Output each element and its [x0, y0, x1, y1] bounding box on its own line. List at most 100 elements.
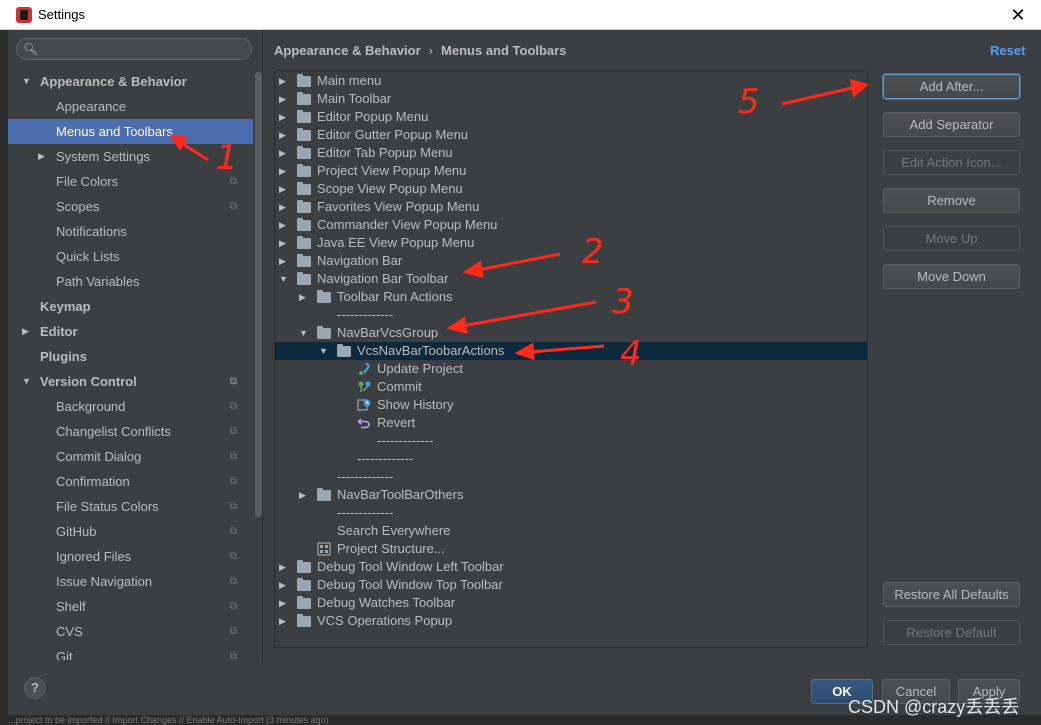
- tree-row-debug-watches-toolbar[interactable]: ▶ Debug Watches Toolbar: [275, 594, 867, 612]
- sidebar-item-plugins[interactable]: Plugins: [8, 344, 253, 369]
- chevron-right-icon[interactable]: ▶: [279, 180, 289, 198]
- tree-row-main-toolbar[interactable]: ▶ Main Toolbar: [275, 90, 867, 108]
- sidebar-item-appearance[interactable]: Appearance: [8, 94, 253, 119]
- search-input[interactable]: [41, 40, 241, 58]
- chevron-right-icon[interactable]: ▶: [279, 612, 289, 630]
- move-down-button[interactable]: Move Down: [883, 264, 1020, 289]
- help-button[interactable]: ?: [24, 677, 46, 699]
- chevron-right-icon[interactable]: ▶: [279, 108, 289, 126]
- sidebar-item-shelf[interactable]: Shelf ⧉: [8, 594, 253, 619]
- tree-row-navbar-toolbar-others[interactable]: ▶ NavBarToolBarOthers: [275, 486, 867, 504]
- sidebar-item-confirmation[interactable]: Confirmation ⧉: [8, 469, 253, 494]
- close-icon[interactable]: ✕: [1005, 3, 1031, 27]
- sidebar-item-keymap[interactable]: Keymap: [8, 294, 253, 319]
- chevron-right-icon[interactable]: ▶: [279, 72, 289, 90]
- chevron-right-icon[interactable]: ▶: [38, 144, 50, 169]
- tree-row-project-view-popup-menu[interactable]: ▶ Project View Popup Menu: [275, 162, 867, 180]
- move-up-button[interactable]: Move Up: [883, 226, 1020, 251]
- chevron-right-icon[interactable]: ▶: [279, 90, 289, 108]
- remove-button[interactable]: Remove: [883, 188, 1020, 213]
- tree-row-debug-tool-window-left-toolbar[interactable]: ▶ Debug Tool Window Left Toolbar: [275, 558, 867, 576]
- tree-row-update-project[interactable]: Update Project: [275, 360, 867, 378]
- sidebar-scrollbar[interactable]: [255, 72, 262, 517]
- sidebar-item-ignored-files[interactable]: Ignored Files ⧉: [8, 544, 253, 569]
- restore-all-defaults-button[interactable]: Restore All Defaults: [883, 582, 1020, 607]
- tree-row-commit[interactable]: Commit: [275, 378, 867, 396]
- sidebar-item-path-variables[interactable]: Path Variables: [8, 269, 253, 294]
- project-settings-icon: ⧉: [229, 376, 237, 387]
- tree-row-vcs-operations-popup[interactable]: ▶ VCS Operations Popup: [275, 612, 867, 630]
- search-box[interactable]: 🔍︎: [16, 38, 252, 60]
- chevron-right-icon[interactable]: ▶: [279, 162, 289, 180]
- sidebar-item-notifications[interactable]: Notifications: [8, 219, 253, 244]
- add-after-button[interactable]: Add After...: [883, 74, 1020, 99]
- tree-row-separator[interactable]: -------------: [275, 468, 867, 486]
- tree-row-commander-view-popup-menu[interactable]: ▶ Commander View Popup Menu: [275, 216, 867, 234]
- chevron-down-icon[interactable]: ▼: [299, 324, 309, 342]
- chevron-right-icon[interactable]: ▶: [279, 252, 289, 270]
- sidebar-item-cvs[interactable]: CVS ⧉: [8, 619, 253, 644]
- separator-line: -------------: [337, 505, 394, 520]
- sidebar-item-git[interactable]: Git ⧉: [8, 644, 253, 660]
- tree-row-navigation-bar[interactable]: ▶ Navigation Bar: [275, 252, 867, 270]
- tree-row-scope-view-popup-menu[interactable]: ▶ Scope View Popup Menu: [275, 180, 867, 198]
- tree-row-editor-popup-menu[interactable]: ▶ Editor Popup Menu: [275, 108, 867, 126]
- breadcrumb-parent[interactable]: Appearance & Behavior: [274, 43, 421, 58]
- sidebar-item-version-control[interactable]: ▼ Version Control ⧉: [8, 369, 253, 394]
- tree-row-separator[interactable]: -------------: [275, 432, 867, 450]
- tree-row-vcs-navbar-toolbar-actions[interactable]: ▼ VcsNavBarToobarActions: [275, 342, 867, 360]
- chevron-right-icon[interactable]: ▶: [279, 198, 289, 216]
- folder-icon: [297, 596, 311, 609]
- sidebar-item-quick-lists[interactable]: Quick Lists: [8, 244, 253, 269]
- tree-row-project-structure[interactable]: Project Structure...: [275, 540, 867, 558]
- tree-row-main-menu[interactable]: ▶ Main menu: [275, 72, 867, 90]
- chevron-down-icon[interactable]: ▼: [22, 369, 34, 394]
- tree-row-search-everywhere[interactable]: Search Everywhere: [275, 522, 867, 540]
- chevron-down-icon[interactable]: ▼: [279, 270, 289, 288]
- sidebar-item-github[interactable]: GitHub ⧉: [8, 519, 253, 544]
- tree-row-navigation-bar-toolbar[interactable]: ▼ Navigation Bar Toolbar: [275, 270, 867, 288]
- chevron-right-icon[interactable]: ▶: [279, 234, 289, 252]
- chevron-right-icon[interactable]: ▶: [279, 594, 289, 612]
- sidebar-item-label: CVS: [56, 624, 83, 639]
- tree-row-toolbar-run-actions[interactable]: ▶ Toolbar Run Actions: [275, 288, 867, 306]
- tree-row-debug-tool-window-top-toolbar[interactable]: ▶ Debug Tool Window Top Toolbar: [275, 576, 867, 594]
- tree-row-separator[interactable]: -------------: [275, 306, 867, 324]
- sidebar-item-issue-navigation[interactable]: Issue Navigation ⧉: [8, 569, 253, 594]
- chevron-right-icon[interactable]: ▶: [279, 576, 289, 594]
- tree-row-navbar-vcs-group[interactable]: ▼ NavBarVcsGroup: [275, 324, 867, 342]
- add-separator-button[interactable]: Add Separator: [883, 112, 1020, 137]
- sidebar-item-scopes[interactable]: Scopes ⧉: [8, 194, 253, 219]
- chevron-right-icon[interactable]: ▶: [279, 216, 289, 234]
- sidebar-item-background[interactable]: Background ⧉: [8, 394, 253, 419]
- tree-row-revert[interactable]: Revert: [275, 414, 867, 432]
- tree-row-label: Commit: [377, 379, 422, 394]
- tree-row-label: Project View Popup Menu: [317, 163, 467, 178]
- chevron-right-icon[interactable]: ▶: [279, 144, 289, 162]
- tree-row-favorites-view-popup-menu[interactable]: ▶ Favorites View Popup Menu: [275, 198, 867, 216]
- sidebar-item-appearance-behavior[interactable]: ▼ Appearance & Behavior: [8, 69, 253, 94]
- sidebar-item-changelist-conflicts[interactable]: Changelist Conflicts ⧉: [8, 419, 253, 444]
- tree-row-label: Scope View Popup Menu: [317, 181, 463, 196]
- chevron-right-icon[interactable]: ▶: [299, 288, 309, 306]
- tree-row-label: Show History: [377, 397, 454, 412]
- edit-action-icon-button[interactable]: Edit Action Icon...: [883, 150, 1020, 175]
- chevron-right-icon[interactable]: ▶: [279, 126, 289, 144]
- sidebar-item-commit-dialog[interactable]: Commit Dialog ⧉: [8, 444, 253, 469]
- chevron-down-icon[interactable]: ▼: [319, 342, 329, 360]
- tree-row-editor-gutter-popup-menu[interactable]: ▶ Editor Gutter Popup Menu: [275, 126, 867, 144]
- chevron-right-icon[interactable]: ▶: [279, 558, 289, 576]
- chevron-down-icon[interactable]: ▼: [22, 69, 34, 94]
- sidebar-item-file-status-colors[interactable]: File Status Colors ⧉: [8, 494, 253, 519]
- sidebar-item-editor[interactable]: ▶ Editor: [8, 319, 253, 344]
- tree-row-editor-tab-popup-menu[interactable]: ▶ Editor Tab Popup Menu: [275, 144, 867, 162]
- chevron-right-icon[interactable]: ▶: [299, 486, 309, 504]
- tree-row-java-ee-view-popup-menu[interactable]: ▶ Java EE View Popup Menu: [275, 234, 867, 252]
- tree-row-separator[interactable]: -------------: [275, 504, 867, 522]
- settings-sidebar: 🔍︎ ▼ Appearance & Behavior Appearance Me…: [8, 30, 263, 660]
- tree-row-separator[interactable]: -------------: [275, 450, 867, 468]
- restore-default-button[interactable]: Restore Default: [883, 620, 1020, 645]
- chevron-right-icon[interactable]: ▶: [22, 319, 34, 344]
- reset-link[interactable]: Reset: [990, 43, 1025, 58]
- tree-row-show-history[interactable]: Show History: [275, 396, 867, 414]
